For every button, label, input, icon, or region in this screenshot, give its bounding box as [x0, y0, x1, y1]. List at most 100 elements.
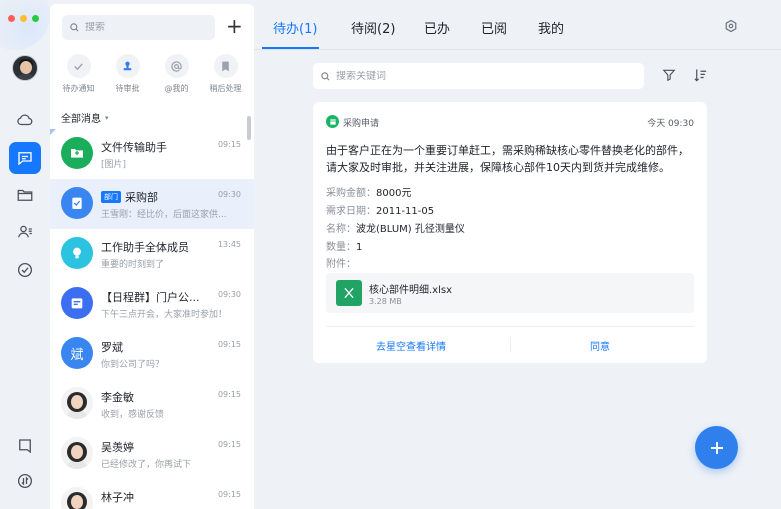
purchase-icon — [326, 115, 339, 128]
conversation-title: 【日程群】门户公... — [101, 291, 200, 304]
keyword-search[interactable] — [313, 63, 644, 89]
attachment-file[interactable]: 核心部件明细.xlsx 3.28 MB — [326, 273, 694, 313]
chevron-down-icon: ▾ — [105, 113, 109, 122]
person-photo — [61, 437, 93, 469]
filter-icon[interactable] — [662, 68, 676, 82]
folder-icon — [71, 149, 83, 158]
add-button[interactable]: + — [226, 16, 243, 36]
conversation-avatar: 斌 — [61, 337, 93, 369]
conversation-avatar — [61, 437, 93, 469]
minimize-window-button[interactable] — [20, 15, 27, 22]
card-time: 今天 09:30 — [647, 119, 694, 129]
conversation-time: 09:15 — [217, 440, 241, 449]
stamp-icon — [123, 61, 132, 70]
nav-rail — [0, 0, 50, 509]
conversation-title: 罗斌 — [101, 341, 123, 354]
conversation-time: 09:30 — [217, 190, 241, 199]
conversation-name: 文件传输助手 — [101, 139, 167, 155]
conversation-name: 部门 采购部 — [101, 189, 158, 205]
quick-later[interactable]: 稍后处理 — [203, 54, 249, 94]
attachment-size: 3.28 MB — [369, 297, 402, 306]
conversation-name: 罗斌 — [101, 339, 123, 355]
conversation-item[interactable]: 吴羡婷 09:15 已经修改了，你再试下 — [50, 429, 254, 479]
quick-label: @我的 — [164, 84, 189, 93]
task-tabs: 待办(1) 待阅(2) 已办 已阅 我的 — [254, 0, 781, 50]
search-icon — [70, 23, 79, 32]
field-attachments: 附件： — [326, 259, 356, 270]
conversation-item[interactable]: 文件传输助手 09:15 [图片] — [50, 129, 254, 179]
conversation-name: 李金敏 — [101, 389, 134, 405]
create-button[interactable] — [695, 426, 738, 469]
gear-icon[interactable] — [724, 19, 738, 33]
conversation-preview: 重要的时刻到了 — [101, 260, 165, 270]
conversation-item[interactable]: 部门 采购部 09:30 王雪刚：经比价，后面这家供... — [50, 179, 254, 229]
main-area: 待办(1) 待阅(2) 已办 已阅 我的 采购申请 今天 09:30 由于客户正… — [254, 0, 781, 509]
conversation-time: 09:15 — [217, 340, 241, 349]
rail-files[interactable] — [13, 183, 37, 207]
field-name: 名称：波龙(BLUM) 孔径测量仪 — [326, 224, 465, 235]
conversation-search[interactable] — [62, 15, 215, 40]
conversation-search-input[interactable] — [85, 22, 205, 33]
active-tab-indicator — [262, 47, 319, 49]
zoom-window-button[interactable] — [32, 15, 39, 22]
field-quantity: 数量：1 — [326, 242, 363, 253]
conversation-item[interactable]: 林子冲 09:15 — [50, 479, 254, 509]
quick-mentions[interactable]: @我的 — [154, 54, 200, 94]
quick-label: 稍后处理 — [209, 84, 242, 93]
conversation-time: 13:45 — [217, 240, 241, 249]
at-icon — [171, 60, 182, 72]
conversation-item[interactable]: 工作助手全体成员 13:45 重要的时刻到了 — [50, 229, 254, 279]
quick-actions: 待办通知 待审批 @我的 稍后处理 — [54, 54, 250, 94]
conversation-preview: [图片] — [101, 160, 127, 170]
quick-label: 待审批 — [115, 84, 140, 93]
conversation-name: 工作助手全体成员 — [101, 239, 189, 255]
conversation-title: 工作助手全体成员 — [101, 241, 189, 254]
message-filter[interactable]: 全部消息 ▾ — [61, 110, 109, 126]
rail-contacts[interactable] — [13, 220, 37, 244]
tab-read[interactable]: 已阅 — [481, 18, 507, 37]
action-divider — [510, 337, 511, 352]
conversation-title: 采购部 — [125, 191, 158, 204]
conversation-item[interactable]: 【日程群】门户公... 09:30 下午三点开会，大家准时参加！ — [50, 279, 254, 329]
message-icon — [18, 152, 32, 166]
user-avatar[interactable] — [12, 55, 38, 81]
conversation-preview: 你到公司了吗？ — [101, 360, 165, 370]
bulb-icon — [73, 247, 81, 259]
conversation-item[interactable]: 李金敏 09:15 收到，感谢反馈 — [50, 379, 254, 429]
check-icon — [74, 62, 83, 70]
tab-to-read[interactable]: 待阅(2) — [351, 18, 395, 37]
person-photo — [61, 387, 93, 419]
close-window-button[interactable] — [8, 15, 15, 22]
approve-button[interactable]: 同意 — [590, 338, 610, 353]
rail-cloud[interactable] — [13, 108, 37, 132]
tab-mine[interactable]: 我的 — [538, 18, 564, 37]
quick-todo-notify[interactable]: 待办通知 — [56, 54, 102, 94]
bookmark-icon — [19, 439, 31, 454]
rail-tasks[interactable] — [13, 258, 37, 282]
tab-todo[interactable]: 待办(1) — [273, 18, 317, 37]
rail-bookmarks[interactable] — [13, 434, 37, 458]
filter-label: 全部消息 — [61, 114, 101, 125]
card-description: 由于客户正在为一个重要订单赶工，需采购稀缺核心零件替换老化的部件，请大家及时审批… — [326, 144, 689, 174]
conversation-panel: + 待办通知 待审批 @我的 稍后处理 全部消息 ▾ 文件传输助手 09:15 [图… — [50, 4, 254, 509]
plus-icon — [710, 441, 723, 454]
rail-decoration — [0, 0, 50, 50]
contacts-icon — [18, 225, 32, 238]
calendar-icon — [71, 298, 83, 309]
rail-sort[interactable] — [13, 469, 37, 493]
conversation-name: 【日程群】门户公... — [101, 289, 200, 305]
excel-icon — [336, 280, 362, 306]
rail-messages[interactable] — [9, 142, 41, 174]
keyword-search-input[interactable] — [336, 70, 626, 82]
conversation-title: 林子冲 — [101, 491, 134, 504]
quick-pending-approval[interactable]: 待审批 — [105, 54, 151, 94]
view-details-link[interactable]: 去星空查看详情 — [376, 338, 446, 353]
conversation-time: 09:15 — [217, 140, 241, 149]
sort-icon[interactable] — [693, 67, 708, 83]
conversation-item[interactable]: 斌 罗斌 09:15 你到公司了吗？ — [50, 329, 254, 379]
tab-done[interactable]: 已办 — [424, 18, 450, 37]
conversation-preview: 下午三点开会，大家准时参加！ — [101, 310, 228, 320]
conversation-name: 林子冲 — [101, 489, 134, 505]
card-divider — [326, 326, 694, 327]
approval-card[interactable]: 采购申请 今天 09:30 由于客户正在为一个重要订单赶工，需采购稀缺核心零件替… — [313, 102, 707, 363]
